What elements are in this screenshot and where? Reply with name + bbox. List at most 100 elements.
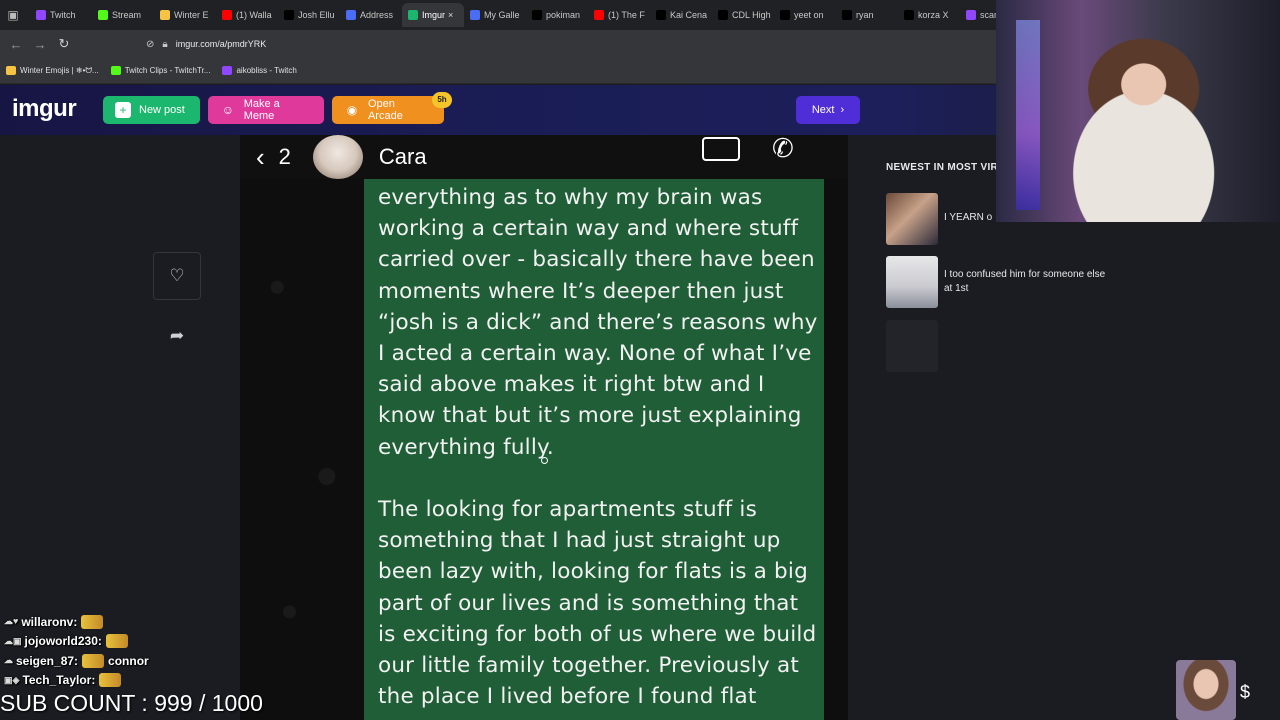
chat-emote-icon (99, 673, 122, 688)
contact-avatar (312, 135, 363, 179)
stream-chat-line: ☁ seigen_87: connor (4, 651, 204, 671)
video-call-icon (702, 137, 740, 161)
contact-name: Cara (378, 144, 427, 169)
chat-badges: ☁♥ (4, 616, 19, 627)
stream-chat-line: ☁▣ jojoworld230: (4, 632, 204, 652)
bookmark[interactable]: aikobliss - Twitch (222, 66, 297, 75)
browser-tab[interactable]: Twitch (30, 3, 92, 27)
tab-favicon-icon (98, 10, 108, 20)
meme-face-icon: ☺ (221, 103, 234, 117)
chat-message: connor (108, 653, 149, 668)
chat-badges: ☁▣ (4, 635, 22, 646)
lock-icon: 🔒︎ (162, 38, 168, 50)
browser-tab[interactable]: Kai Cena (650, 3, 712, 27)
tab-list: Twitch Stream Winter E (1) Walla Josh Ellu Ad… (30, 3, 1022, 27)
browser-tab[interactable]: ryan (836, 3, 898, 27)
browser-tab[interactable]: (1) The F (588, 3, 650, 27)
chat-wallpaper (240, 179, 364, 720)
bookmark[interactable]: Twitch Clips - TwitchTr... (110, 66, 211, 75)
bookmark-label: aikobliss - Twitch (236, 66, 297, 75)
tab-label: Stream (112, 10, 142, 20)
chat-username: willaronv: (21, 614, 78, 629)
chat-wallpaper (824, 179, 848, 720)
chat-badges: ☁ (4, 655, 13, 666)
chevron-left-icon: ‹ (256, 141, 265, 172)
bookmark-favicon-icon (6, 66, 16, 75)
bookmark[interactable]: Winter Emojis | ❄•ᗢ... (6, 66, 99, 76)
post-caption[interactable]: I too confused him for someone else at 1… (944, 256, 1114, 308)
chat-topbar: ‹ 2 Cara ✆ (240, 135, 848, 179)
message-paragraph: everything as to why my brain was workin… (378, 185, 818, 460)
browser-tab[interactable]: yeet on (774, 3, 836, 27)
tab-favicon-icon (594, 10, 604, 20)
bookmark-favicon-icon (110, 66, 121, 75)
new-post-button[interactable]: + New post (103, 96, 200, 124)
make-meme-button[interactable]: ☺ Make a Meme (208, 96, 324, 124)
browser-tab[interactable]: CDL High (712, 3, 774, 27)
browser-tab[interactable]: pokiman (526, 3, 588, 27)
next-button[interactable]: Next › (796, 96, 860, 124)
heart-icon: ♡ (169, 266, 185, 285)
address-bar[interactable]: ⊘ 🔒︎ imgur.com/a/pmdrYRK (146, 33, 946, 55)
sidebar-post[interactable] (886, 320, 1246, 372)
tab-favicon-icon (408, 10, 418, 20)
chat-emote-icon (105, 634, 128, 649)
tab-label: (1) The F (608, 10, 645, 20)
sub-count: SUB COUNT : 999 / 1000 (0, 690, 263, 716)
tab-label: korza X (918, 10, 949, 20)
stream-chat-overlay: ☁♥ willaronv: ☁▣ jojoworld230: ☁ seigen_87: co… (4, 612, 204, 690)
browser-tab[interactable]: Imgur × (402, 3, 464, 27)
post-thumbnail[interactable] (886, 256, 938, 308)
tab-favicon-icon (842, 10, 852, 20)
plus-icon: + (115, 102, 131, 118)
share-button[interactable]: ➦ (166, 326, 188, 348)
tab-favicon-icon (718, 10, 728, 20)
chat-username: Tech_Taylor: (22, 673, 96, 688)
screen: ▣ Twitch Stream Winter E (1) Walla Josh Ellu… (0, 0, 1280, 720)
browser-tab[interactable]: Stream (92, 3, 154, 27)
share-arrow-icon: ➦ (169, 326, 185, 345)
browser-tab[interactable]: (1) Walla (216, 3, 278, 27)
tab-favicon-icon (904, 10, 914, 20)
favorite-button[interactable]: ♡ (153, 252, 201, 300)
imgur-logo[interactable]: imgur (12, 95, 77, 123)
message-bubble: everything as to why my brain was workin… (364, 179, 824, 720)
tab-label: (1) Walla (236, 10, 272, 20)
tab-favicon-icon (160, 10, 170, 20)
tab-favicon-icon (966, 10, 976, 20)
tab-label: My Galle (484, 10, 520, 20)
money-icon: $ (1240, 682, 1251, 702)
back-icon[interactable]: ← (4, 37, 28, 52)
post-caption[interactable] (944, 320, 1114, 372)
url-text[interactable]: imgur.com/a/pmdrYRK (176, 39, 267, 49)
browser-tab[interactable]: Josh Ellu (278, 3, 340, 27)
forward-icon[interactable]: → (28, 37, 52, 52)
gamepad-icon: ◉ (346, 103, 358, 117)
reload-icon[interactable]: ↻ (52, 36, 76, 52)
chevron-right-icon: › (840, 104, 845, 116)
tab-favicon-icon (346, 10, 356, 20)
post-thumbnail[interactable] (886, 193, 938, 245)
tab-favicon-icon (656, 10, 666, 20)
stream-chat-line: ▣◈ Tech_Taylor: (4, 671, 204, 691)
browser-tab[interactable]: korza X (898, 3, 960, 27)
chat-username: jojoworld230: (24, 634, 102, 649)
tab-favicon-icon (470, 10, 480, 20)
post-thumbnail[interactable] (886, 320, 938, 372)
site-info-icon[interactable]: ⊘ (146, 39, 154, 50)
bookmark-label: Twitch Clips - TwitchTr... (124, 66, 211, 75)
tab-label: Kai Cena (670, 10, 708, 20)
browser-tab[interactable]: Address (340, 3, 402, 27)
arcade-timer-badge: 5h (432, 92, 452, 108)
tab-label: Josh Ellu (298, 10, 335, 20)
phone-icon: ✆ (772, 135, 794, 163)
open-arcade-button[interactable]: ◉ Open Arcade (332, 96, 444, 124)
browser-tab[interactable]: My Galle (464, 3, 526, 27)
tab-close-icon[interactable]: × (448, 10, 453, 20)
new-post-label: New post (139, 104, 185, 116)
tab-favicon-icon (222, 10, 232, 20)
sidebar-post[interactable]: I too confused him for someone else at 1… (886, 256, 1246, 308)
tab-label: Imgur (422, 10, 446, 20)
tab-search-icon[interactable]: ▣ (4, 6, 22, 24)
browser-tab[interactable]: Winter E (154, 3, 216, 27)
